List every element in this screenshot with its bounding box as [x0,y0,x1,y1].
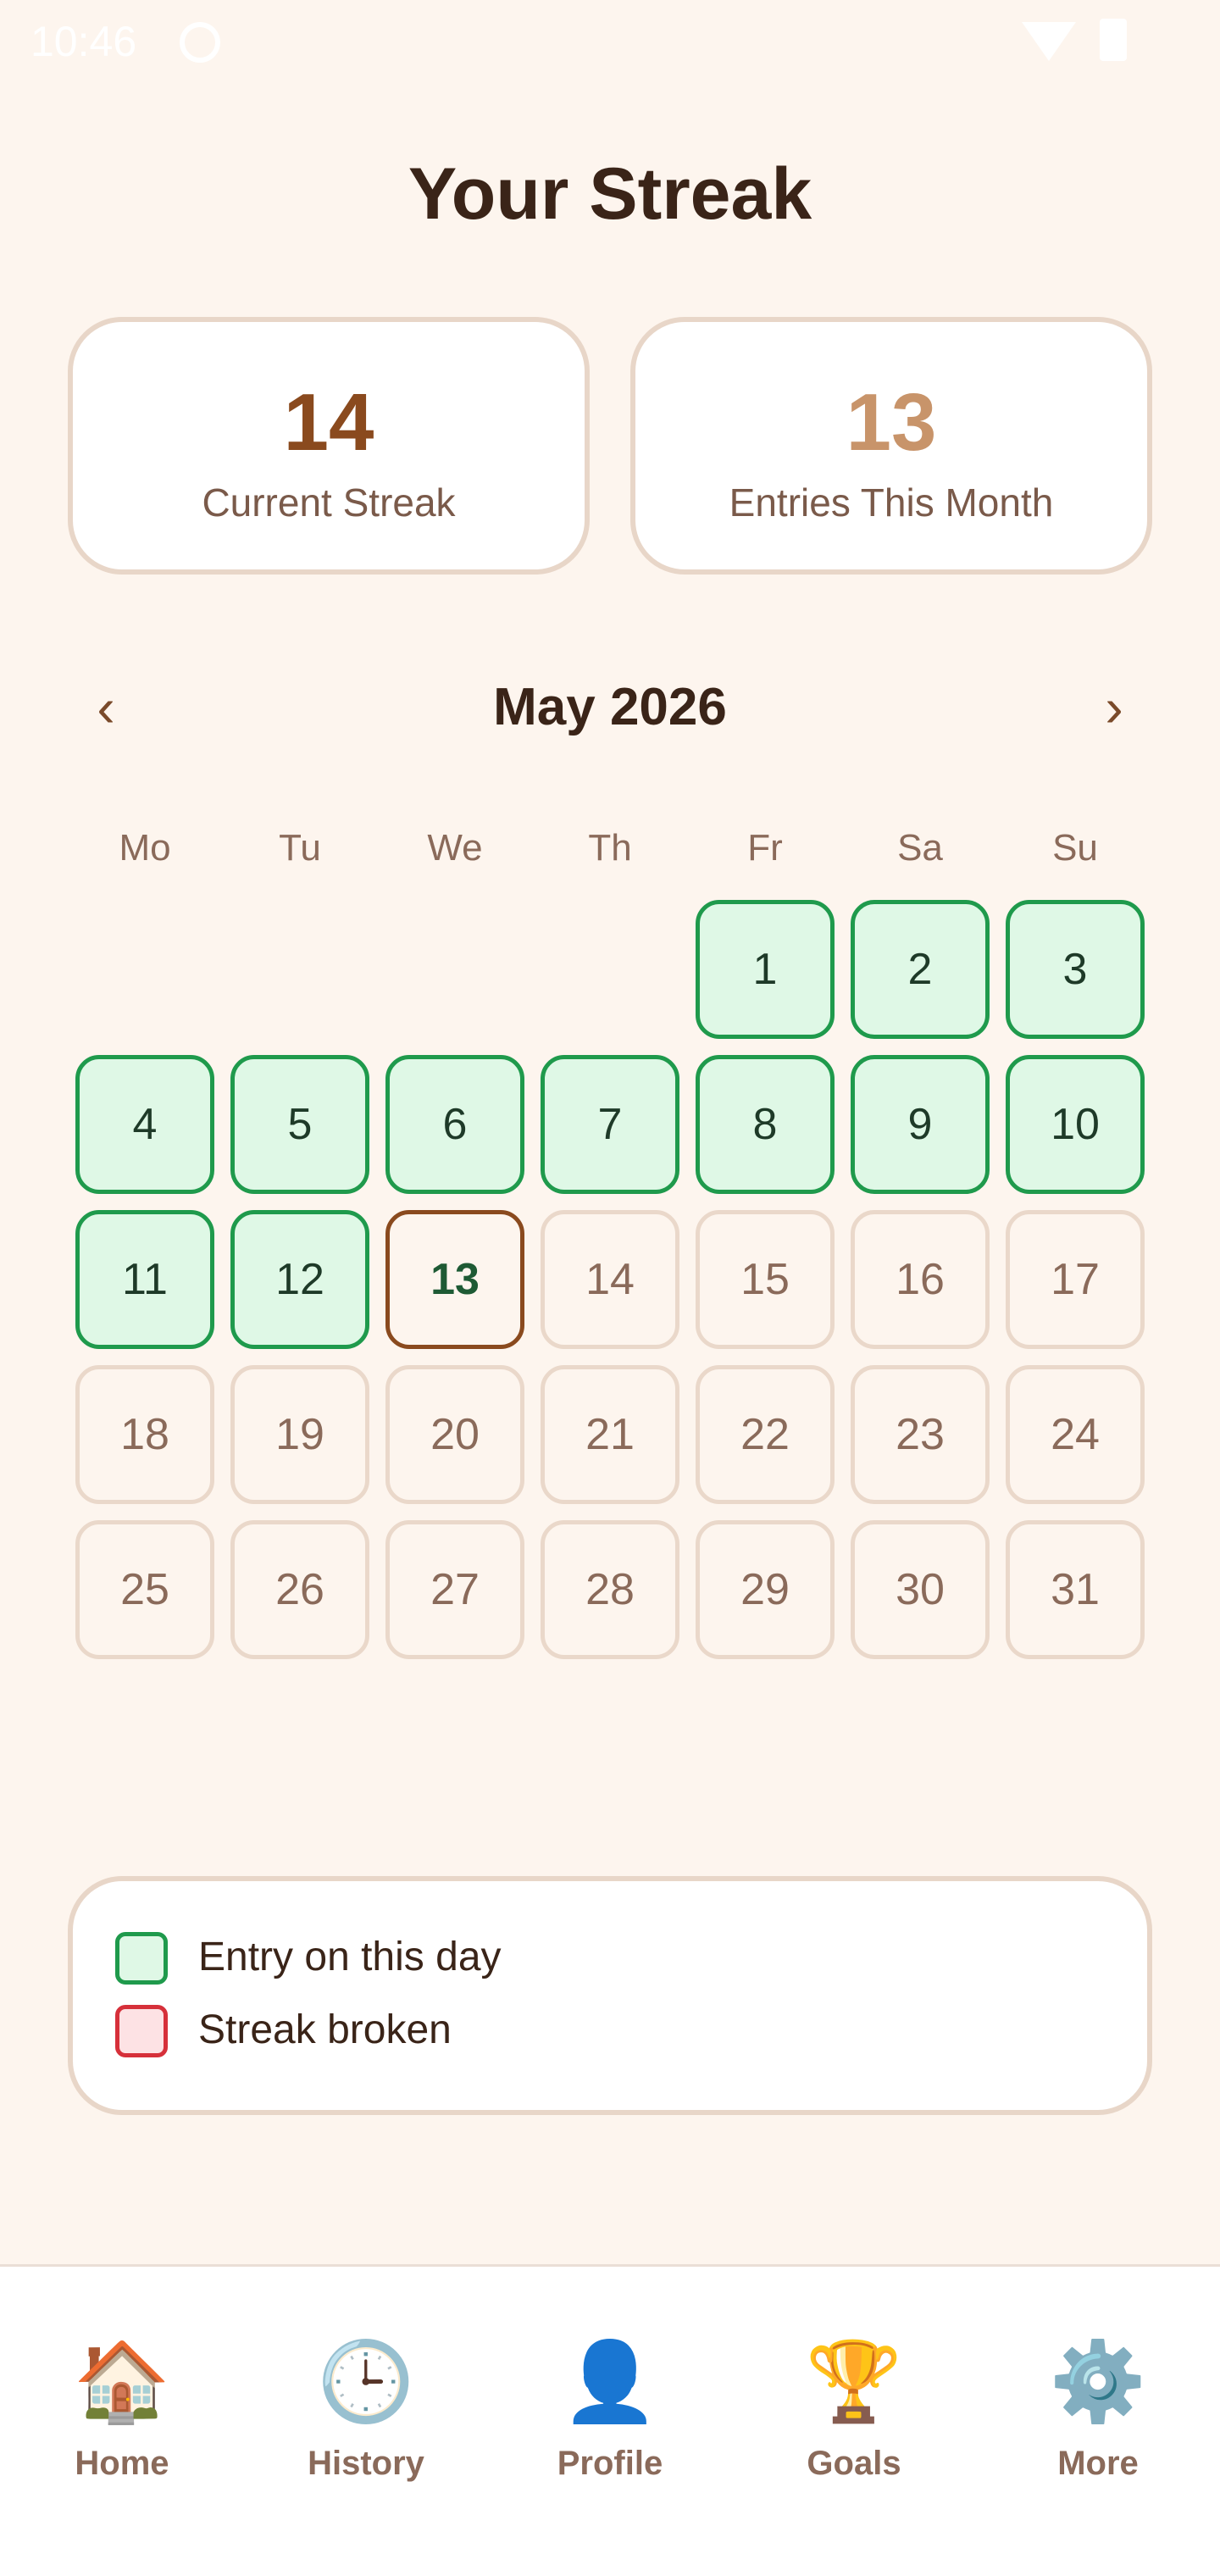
nav-home[interactable]: 🏠 Home [29,2334,215,2504]
weekday-header: Sa [897,827,943,869]
calendar-day[interactable]: 24 [1006,1365,1145,1504]
status-bar: 10:46 [0,0,1220,85]
calendar-day[interactable]: 21 [541,1365,679,1504]
entry-swatch [115,1932,168,1985]
legend-broken-label: Streak broken [198,2007,452,2052]
calendar-day[interactable]: 19 [230,1365,369,1504]
nav-more-label: More [1057,2445,1139,2482]
month-header: May 2026 ‹ › [0,669,1220,746]
calendar-day[interactable]: 6 [385,1055,524,1194]
calendar-day[interactable]: 14 [541,1210,679,1349]
calendar-day[interactable]: 17 [1006,1210,1145,1349]
calendar-day[interactable]: 23 [851,1365,990,1504]
legend-card: Entry on this day Streak broken [68,1876,1152,2115]
nav-more[interactable]: ⚙️ More [1005,2334,1191,2504]
gear-icon: ⚙️ [1049,2339,1147,2425]
calendar-day[interactable]: 29 [696,1520,835,1659]
calendar-day[interactable]: 20 [385,1365,524,1504]
legend-entry: Entry on this day [115,1930,878,1985]
current-streak-card: 14 Current Streak [68,317,590,575]
entries-this-month-label: Entries This Month [729,480,1054,525]
trophy-icon: 🏆 [805,2339,903,2425]
previous-month-button[interactable]: ‹ [68,669,144,746]
calendar-day[interactable]: 4 [75,1055,214,1194]
calendar-day[interactable]: 3 [1006,900,1145,1039]
nav-goals-label: Goals [807,2445,901,2482]
calendar-day[interactable]: 16 [851,1210,990,1349]
battery-icon [1100,19,1127,61]
status-time: 10:46 [30,18,137,65]
calendar-day[interactable]: 9 [851,1055,990,1194]
weekday-header: Mo [119,827,171,869]
calendar-day[interactable]: 7 [541,1055,679,1194]
weekday-header: Fr [747,827,783,869]
calendar-day[interactable]: 8 [696,1055,835,1194]
calendar-day[interactable]: 18 [75,1365,214,1504]
legend-entry-label: Entry on this day [198,1935,502,1979]
legend-broken: Streak broken [115,2003,878,2057]
calendar-day-today[interactable]: 13 [385,1210,524,1349]
calendar-day[interactable]: 31 [1006,1520,1145,1659]
weekday-header: Su [1052,827,1098,869]
nav-home-label: Home [75,2445,169,2482]
calendar-day[interactable]: 15 [696,1210,835,1349]
nav-history-label: History [308,2445,424,2482]
page-title: Your Streak [408,153,812,235]
entries-this-month-value: 13 [846,377,937,468]
month-title: May 2026 [493,678,727,736]
weekday-header: Tu [279,827,321,869]
weekday-header: We [427,827,483,869]
calendar-day[interactable]: 1 [696,900,835,1039]
calendar-day[interactable]: 2 [851,900,990,1039]
calendar-day[interactable]: 12 [230,1210,369,1349]
calendar-day[interactable]: 10 [1006,1055,1145,1194]
next-month-button[interactable]: › [1076,669,1152,746]
current-streak-label: Current Streak [202,480,456,525]
calendar-day[interactable]: 5 [230,1055,369,1194]
profile-icon: 👤 [561,2339,659,2425]
entries-this-month-card: 13 Entries This Month [630,317,1152,575]
calendar-day[interactable]: 11 [75,1210,214,1349]
notification-icon [180,22,220,63]
broken-swatch [115,2005,168,2057]
bottom-nav: 🏠 Home 🕒 History 👤 Profile 🏆 Goals ⚙️ Mo… [0,2264,1220,2576]
calendar-day[interactable]: 26 [230,1520,369,1659]
nav-profile-label: Profile [557,2445,663,2482]
nav-profile[interactable]: 👤 Profile [517,2334,703,2504]
calendar-day[interactable]: 27 [385,1520,524,1659]
calendar-day[interactable]: 22 [696,1365,835,1504]
nav-goals[interactable]: 🏆 Goals [761,2334,947,2504]
current-streak-value: 14 [283,377,374,468]
calendar-day[interactable]: 30 [851,1520,990,1659]
nav-history[interactable]: 🕒 History [273,2334,459,2504]
wifi-icon [1022,22,1076,61]
calendar-day[interactable]: 25 [75,1520,214,1659]
weekday-header: Th [588,827,632,869]
home-icon: 🏠 [73,2339,171,2425]
clock-icon: 🕒 [317,2339,415,2425]
calendar-day[interactable]: 28 [541,1520,679,1659]
